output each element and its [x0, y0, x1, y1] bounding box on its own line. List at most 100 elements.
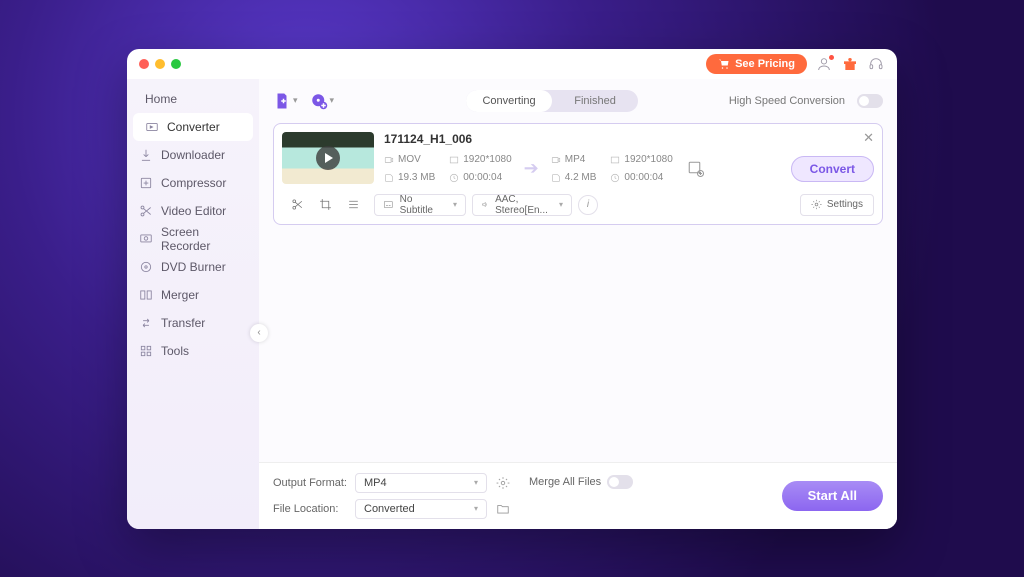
audio-dropdown[interactable]: AAC, Stereo[En...▾: [472, 194, 572, 216]
resolution-icon: [449, 155, 459, 165]
video-icon: [551, 155, 561, 165]
chevron-down-icon: ▾: [474, 504, 478, 513]
close-window-button[interactable]: [139, 59, 149, 69]
highspeed-label: High Speed Conversion: [729, 95, 845, 107]
tab-finished[interactable]: Finished: [552, 90, 638, 112]
chevron-down-icon: ▾: [293, 95, 298, 106]
remove-file-button[interactable]: ✕: [863, 130, 874, 146]
list-icon: [347, 198, 360, 211]
sidebar-item-home[interactable]: Home: [127, 85, 259, 113]
headset-icon: [868, 56, 884, 72]
video-icon: [384, 155, 394, 165]
sidebar-item-dvd-burner[interactable]: DVD Burner: [127, 253, 259, 281]
sidebar-item-label: Downloader: [161, 148, 225, 162]
chevron-down-icon: ▾: [559, 200, 563, 209]
merge-label: Merge All Files: [529, 476, 601, 488]
media-info-button[interactable]: i: [578, 195, 598, 215]
sidebar-item-label: Merger: [161, 288, 199, 302]
cart-icon: [718, 58, 730, 70]
sidebar-item-label: Converter: [167, 120, 220, 134]
output-format-dropdown[interactable]: MP4▾: [355, 473, 487, 493]
size-icon: [384, 173, 394, 183]
output-format-settings-button[interactable]: [495, 475, 511, 491]
open-folder-button[interactable]: [495, 501, 511, 517]
merge-icon: [139, 288, 153, 302]
target-meta: MP4 1920*1080 4.2 MB 00:00:04: [551, 152, 673, 186]
source-meta: MOV 1920*1080 19.3 MB 00:00:04: [384, 152, 512, 186]
add-file-button[interactable]: ▾: [273, 92, 298, 110]
file-location-label: File Location:: [273, 503, 347, 515]
clock-icon: [449, 173, 459, 183]
add-file-icon: [273, 92, 291, 110]
support-button[interactable]: [867, 55, 885, 73]
sidebar-item-label: DVD Burner: [161, 260, 226, 274]
effects-button[interactable]: [346, 198, 360, 212]
disc-icon: [139, 260, 153, 274]
gear-icon: [811, 199, 822, 210]
highspeed-toggle[interactable]: [857, 94, 883, 108]
audio-icon: [481, 199, 489, 210]
convert-button[interactable]: Convert: [791, 156, 874, 182]
sidebar-item-tools[interactable]: Tools: [127, 337, 259, 365]
gift-button[interactable]: [841, 55, 859, 73]
notification-dot-icon: [829, 55, 834, 60]
file-settings-button[interactable]: Settings: [800, 194, 874, 216]
see-pricing-button[interactable]: See Pricing: [706, 54, 807, 74]
sidebar-item-label: Screen Recorder: [161, 225, 247, 253]
file-location-dropdown[interactable]: Converted▾: [355, 499, 487, 519]
arrow-right-icon: ➔: [520, 158, 543, 179]
sidebar-item-label: Compressor: [161, 176, 226, 190]
sidebar-item-label: Tools: [161, 344, 189, 358]
clock-icon: [610, 173, 620, 183]
sidebar-item-compressor[interactable]: Compressor: [127, 169, 259, 197]
chevron-down-icon: ▾: [330, 95, 335, 106]
sidebar-item-label: Video Editor: [161, 204, 226, 218]
preset-icon: [687, 160, 705, 178]
output-format-label: Output Format:: [273, 477, 347, 489]
video-thumbnail[interactable]: [282, 132, 374, 184]
title-bar: See Pricing: [127, 49, 897, 79]
app-window: See Pricing Home Converter Downloader: [127, 49, 897, 529]
sidebar-item-merger[interactable]: Merger: [127, 281, 259, 309]
tools-icon: [139, 344, 153, 358]
main-panel: ▾ ▾ Converting Finished High Speed Conve…: [259, 79, 897, 529]
account-button[interactable]: [815, 55, 833, 73]
subtitle-dropdown[interactable]: No Subtitle▾: [374, 194, 466, 216]
gear-icon: [496, 476, 510, 490]
start-all-button[interactable]: Start All: [782, 481, 883, 511]
transfer-icon: [139, 316, 153, 330]
sidebar: Home Converter Downloader Compressor Vid…: [127, 79, 259, 529]
sidebar-item-label: Home: [145, 92, 177, 106]
collapse-sidebar-button[interactable]: ‹: [250, 324, 268, 342]
merge-toggle[interactable]: [607, 475, 633, 489]
crop-icon: [319, 198, 332, 211]
sidebar-item-transfer[interactable]: Transfer: [127, 309, 259, 337]
subtitle-icon: [383, 199, 394, 210]
play-icon: [316, 146, 340, 170]
status-segment: Converting Finished: [466, 90, 638, 112]
output-preset-button[interactable]: [687, 160, 705, 178]
chevron-down-icon: ▾: [453, 200, 457, 209]
add-disc-button[interactable]: ▾: [310, 92, 335, 110]
sidebar-item-converter[interactable]: Converter: [133, 113, 253, 141]
footer: Output Format: MP4▾ File Location: Conve…: [259, 462, 897, 529]
toolbar: ▾ ▾ Converting Finished High Speed Conve…: [259, 79, 897, 123]
sidebar-item-label: Transfer: [161, 316, 205, 330]
sidebar-item-downloader[interactable]: Downloader: [127, 141, 259, 169]
window-controls: [139, 59, 181, 69]
size-icon: [551, 173, 561, 183]
record-icon: [139, 232, 153, 246]
crop-button[interactable]: [318, 198, 332, 212]
maximize-window-button[interactable]: [171, 59, 181, 69]
sidebar-item-screen-recorder[interactable]: Screen Recorder: [127, 225, 259, 253]
gift-icon: [842, 56, 858, 72]
tab-converting[interactable]: Converting: [466, 90, 552, 112]
scissors-icon: [291, 198, 304, 211]
resolution-icon: [610, 155, 620, 165]
sidebar-item-video-editor[interactable]: Video Editor: [127, 197, 259, 225]
file-card: ✕ 171124_H1_006 MOV 1920*1080 19.3: [273, 123, 883, 225]
trim-button[interactable]: [290, 198, 304, 212]
file-name: 171124_H1_006: [384, 132, 874, 146]
minimize-window-button[interactable]: [155, 59, 165, 69]
add-disc-icon: [310, 92, 328, 110]
